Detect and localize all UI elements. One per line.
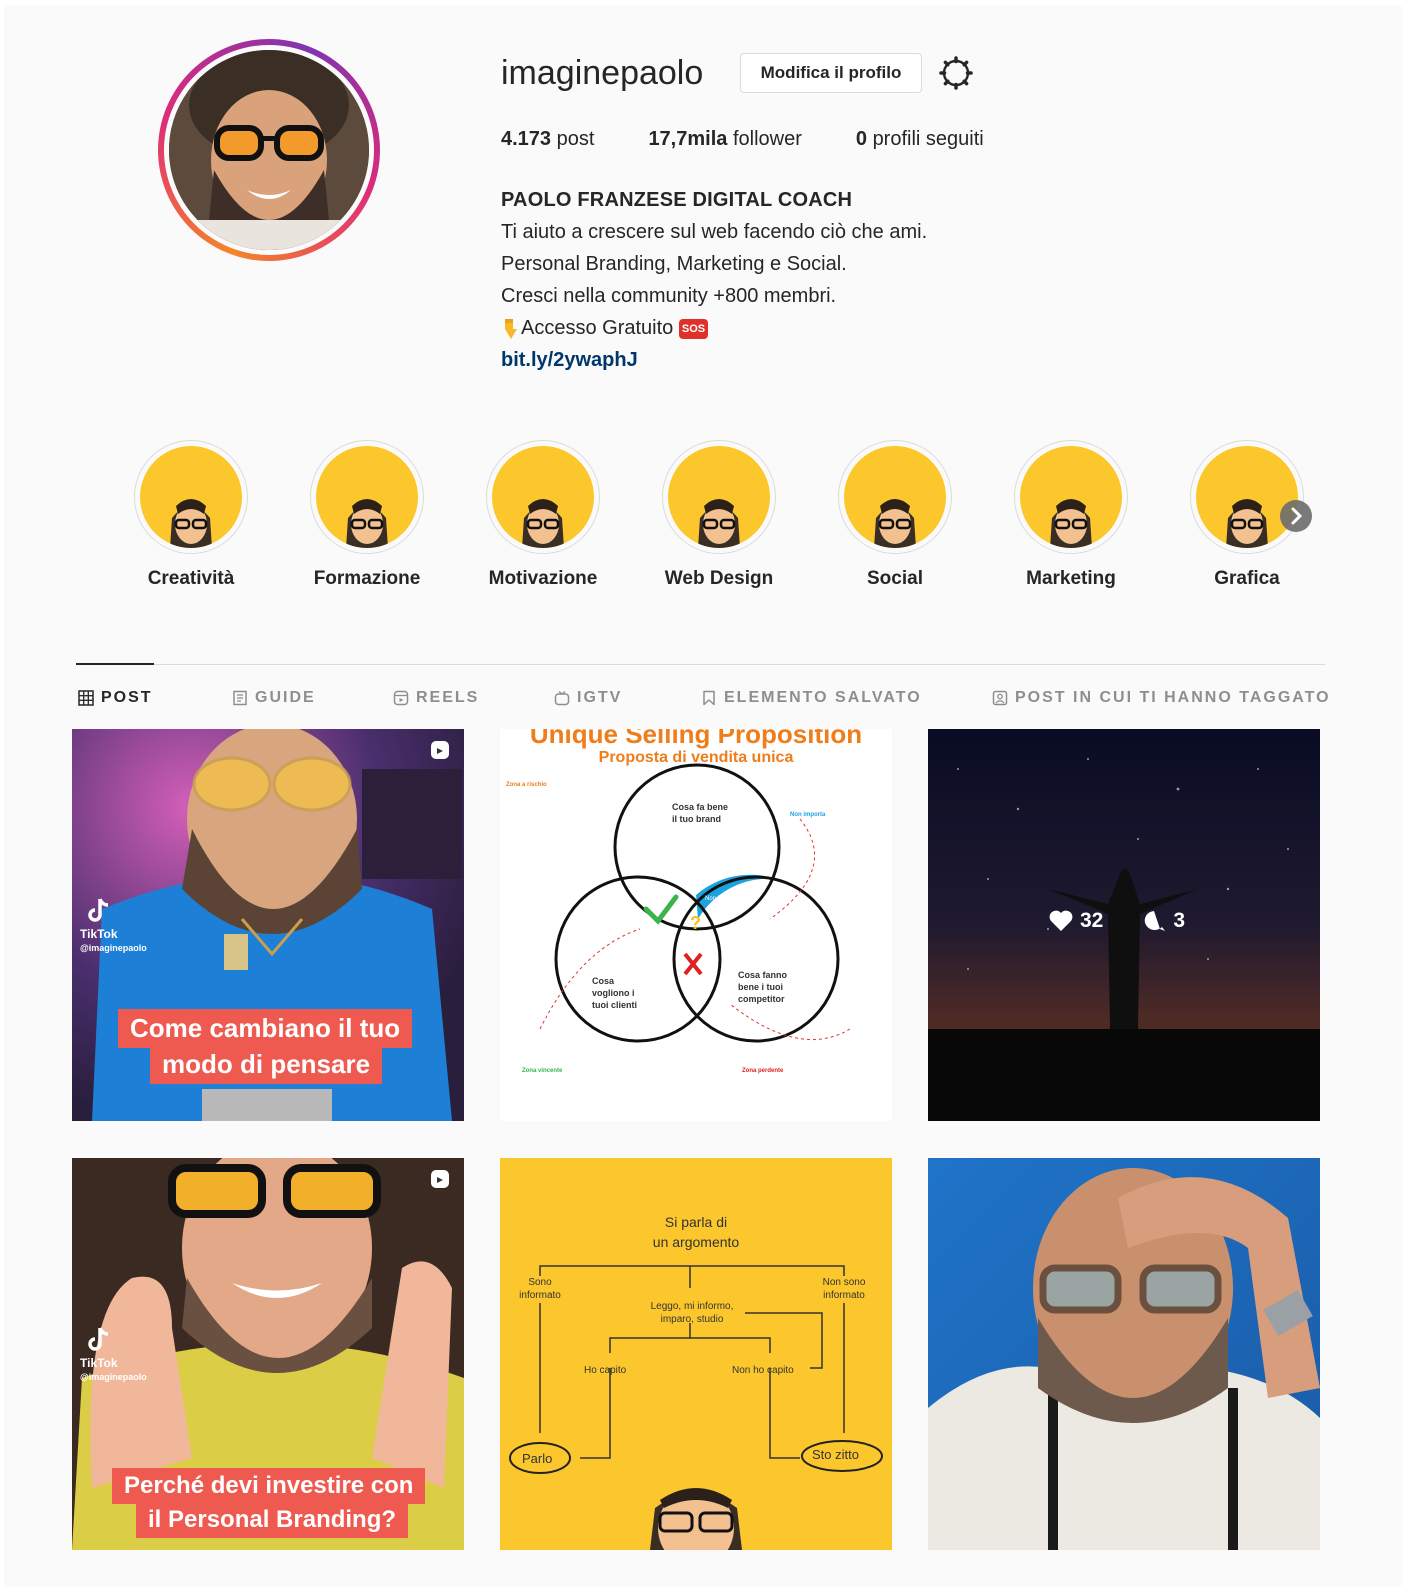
highlight-label: Social — [867, 568, 923, 589]
comment-icon — [1145, 911, 1166, 931]
tiktok-handle: @imaginepaolo — [80, 1372, 147, 1382]
reels-icon — [393, 690, 409, 706]
venn-label: Cosa fa bene il tuo brand — [672, 802, 729, 824]
tagged-user-icon — [992, 690, 1008, 706]
flow-node: Ho capito — [584, 1365, 627, 1376]
bio-line: Personal Branding, Marketing e Social. — [501, 253, 847, 275]
heart-icon — [1049, 910, 1073, 931]
tab-saved[interactable]: ELEMENTO SALVATO — [701, 689, 922, 707]
post-caption: modo di pensare — [150, 1045, 383, 1084]
venn-label: Cosa vogliono i tuoi clienti — [592, 976, 637, 1010]
highlight-cover — [844, 446, 946, 548]
highlights-next-button[interactable] — [1280, 500, 1312, 532]
highlight-item[interactable]: Creatività — [111, 440, 271, 590]
flow-node: Parlo — [522, 1451, 553, 1466]
pointing-down-icon — [501, 317, 521, 341]
bio-line: Cresci nella community +800 membri. — [501, 285, 837, 307]
highlight-cover — [140, 446, 242, 548]
posts-count: 4.173 post — [501, 128, 595, 150]
likes-count: 32 — [1080, 909, 1104, 932]
svg-text:?: ? — [690, 913, 701, 933]
bio-line: Ti aiuto a crescere sul web facendo ciò … — [501, 221, 928, 243]
post-thumbnail[interactable] — [928, 1158, 1320, 1550]
igtv-icon — [554, 691, 570, 706]
tiktok-icon — [88, 898, 109, 922]
grid-icon — [78, 690, 94, 706]
zone-label: Zona perdente — [742, 1068, 784, 1074]
tab-reels[interactable]: REELS — [393, 689, 479, 707]
post-thumbnail[interactable]: TikTok @imaginepaolo Come cambiano il tu… — [72, 729, 464, 1121]
post-caption: Perché devi investire con — [112, 1468, 426, 1504]
profile-bio: PAOLO FRANZESE DIGITAL COACH Ti aiuto a … — [501, 184, 927, 376]
tab-post[interactable]: POST — [78, 689, 153, 707]
highlight-cover — [1020, 446, 1122, 548]
settings-gear-icon[interactable] — [938, 55, 974, 91]
highlight-cover — [1196, 446, 1298, 548]
chevron-right-icon — [1291, 507, 1303, 525]
venn-label: Cosa fanno bene i tuoi competitor — [738, 970, 788, 1004]
tab-guide[interactable]: GUIDE — [232, 689, 316, 707]
followers-count[interactable]: 17,7mila follower — [648, 128, 801, 151]
flow-node: Sono informato — [519, 1277, 561, 1301]
flow-node: Non ho capito — [732, 1365, 794, 1376]
highlight-item[interactable]: Motivazione — [463, 440, 623, 590]
tiktok-label: TikTok — [80, 1356, 118, 1370]
bookmark-icon — [703, 690, 715, 706]
tab-tagged[interactable]: POST IN CUI TI HANNO TAGGATO — [992, 689, 1331, 707]
post-thumbnail[interactable]: TikTok @imaginepaolo Perché devi investi… — [72, 1158, 464, 1550]
highlight-cover — [492, 446, 594, 548]
bio-line: Accesso Gratuito SOS — [501, 312, 927, 344]
zone-label: Zona vincente — [522, 1068, 563, 1074]
profile-stats: 4.173 post 17,7mila follower 0 profili s… — [501, 128, 1038, 151]
profile-avatar-ring[interactable] — [158, 39, 380, 261]
flow-node: Leggo, mi informo, imparo, studio — [650, 1301, 734, 1325]
zone-label: Zona a rischio — [506, 782, 547, 788]
post-caption: Come cambiano il tuo — [118, 1009, 413, 1048]
following-count[interactable]: 0 profili seguiti — [856, 128, 984, 151]
flowchart-title: Si parla di un argomento — [652, 1214, 740, 1250]
highlight-item[interactable]: Social — [815, 440, 975, 590]
highlight-label: Formazione — [313, 568, 421, 589]
highlight-cover — [316, 446, 418, 548]
post-thumbnail[interactable]: Unique Selling Proposition Proposta di v… — [500, 729, 892, 1121]
venn-center-label: Non importa — [705, 896, 738, 902]
edit-profile-button[interactable]: Modifica il profilo — [740, 53, 922, 93]
post-thumbnail[interactable]: Si parla di un argomento Sono informato … — [500, 1158, 892, 1550]
zone-label: Non importa — [790, 812, 826, 818]
tabs-divider — [76, 664, 1325, 665]
flow-node: Non sono informato — [822, 1277, 866, 1301]
highlight-label: Marketing — [1026, 568, 1116, 589]
post-caption: il Personal Branding? — [136, 1502, 409, 1538]
reel-icon — [431, 1170, 449, 1188]
profile-page: imaginepaolo Modifica il profilo 4.173 p… — [4, 6, 1402, 1586]
sos-icon: SOS — [678, 318, 709, 339]
reel-icon — [431, 741, 449, 759]
post-hover-stats: 32 3 — [1048, 909, 1185, 933]
highlight-item[interactable]: Formazione — [287, 440, 447, 590]
tiktok-handle: @imaginepaolo — [80, 943, 147, 953]
venn-diagram: ? — [539, 763, 851, 1043]
highlight-label: Grafica — [1214, 568, 1280, 589]
highlight-label: Motivazione — [488, 568, 598, 589]
active-tab-indicator — [76, 663, 154, 665]
tiktok-label: TikTok — [80, 927, 118, 941]
highlight-label: Web Design — [664, 568, 774, 589]
highlight-item[interactable]: Marketing — [991, 440, 1151, 590]
post-thumbnail[interactable]: 32 3 — [928, 729, 1320, 1121]
avatar — [169, 50, 369, 250]
highlight-item[interactable]: Web Design — [639, 440, 799, 590]
guide-icon — [233, 690, 247, 706]
highlight-cover — [668, 446, 770, 548]
highlight-label: Creatività — [147, 568, 235, 589]
tiktok-icon — [88, 1327, 109, 1351]
bio-name: PAOLO FRANZESE DIGITAL COACH — [501, 189, 853, 211]
comments-count: 3 — [1173, 909, 1186, 932]
bio-link[interactable]: bit.ly/2ywaphJ — [501, 344, 927, 376]
tab-igtv[interactable]: IGTV — [554, 689, 622, 707]
flow-node: Sto zitto — [812, 1447, 859, 1462]
username: imaginepaolo — [501, 54, 704, 92]
post-image — [928, 1158, 1320, 1550]
